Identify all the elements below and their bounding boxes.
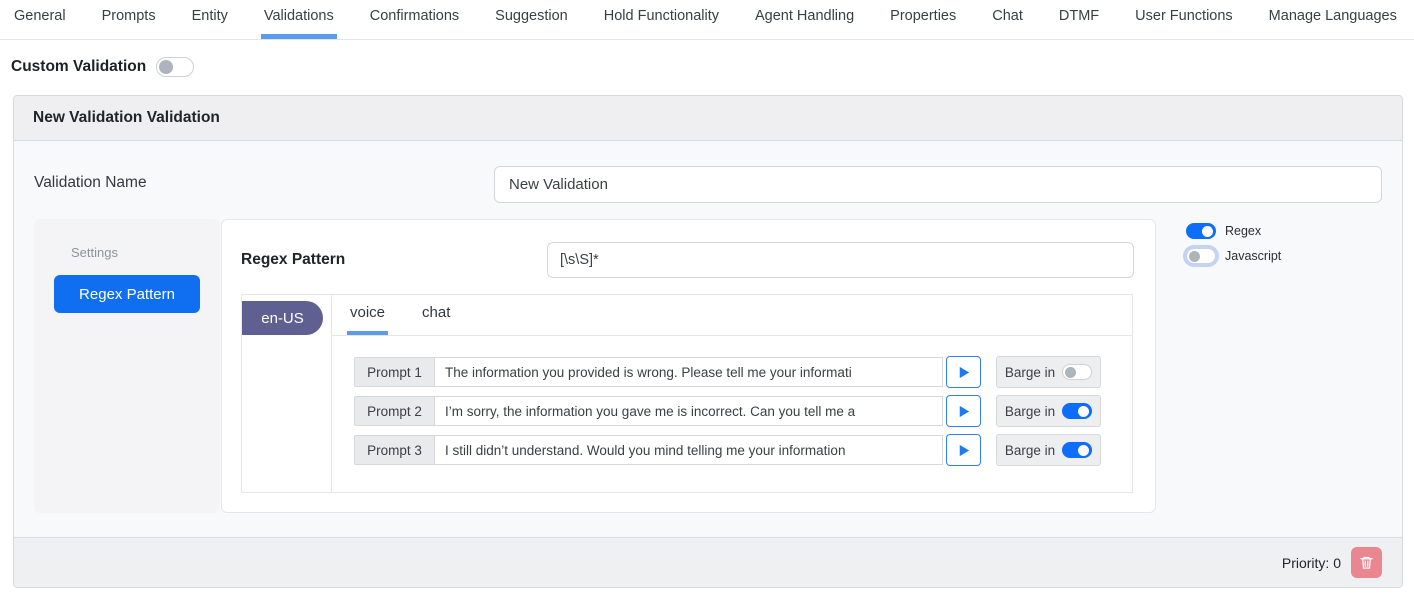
- play-icon: [956, 443, 971, 458]
- delete-validation-button[interactable]: [1351, 547, 1382, 578]
- prompt-text-input[interactable]: [434, 396, 943, 426]
- javascript-toggle[interactable]: [1186, 248, 1216, 264]
- toggle-knob: [1078, 445, 1089, 456]
- custom-validation-toggle[interactable]: [156, 57, 194, 77]
- tab-chat[interactable]: Chat: [989, 0, 1026, 39]
- tab-agent-handling[interactable]: Agent Handling: [752, 0, 857, 39]
- play-button[interactable]: [946, 395, 981, 427]
- barge-in-toggle[interactable]: [1062, 403, 1092, 419]
- panel-footer: Priority: 0: [14, 537, 1402, 587]
- channel-tab-bar: voice chat: [332, 295, 1132, 336]
- mode-toggles: Regex Javascript: [1186, 223, 1281, 264]
- play-button[interactable]: [946, 356, 981, 388]
- prompt-text-input[interactable]: [434, 435, 943, 465]
- regex-pattern-card: Regex Pattern en-US voice chat Prompt 1: [221, 219, 1156, 513]
- tab-hold-functionality[interactable]: Hold Functionality: [601, 0, 722, 39]
- prompt-list: Prompt 1 Barge in: [332, 336, 1132, 466]
- toggle-knob: [1189, 251, 1200, 262]
- tab-manage-languages[interactable]: Manage Languages: [1266, 0, 1400, 39]
- barge-in-label: Barge in: [1005, 443, 1055, 458]
- barge-in-toggle[interactable]: [1062, 364, 1092, 380]
- javascript-toggle-label: Javascript: [1225, 249, 1281, 263]
- tab-suggestion[interactable]: Suggestion: [492, 0, 571, 39]
- language-content: voice chat Prompt 1 Barge in: [332, 295, 1132, 492]
- toggle-knob: [1078, 406, 1089, 417]
- panel-body: Validation Name Settings Regex Pattern R…: [14, 141, 1402, 537]
- priority-value: Priority: 0: [1282, 555, 1341, 571]
- barge-in-label: Barge in: [1005, 404, 1055, 419]
- tab-bar: General Prompts Entity Validations Confi…: [0, 0, 1414, 40]
- toggle-knob: [159, 60, 173, 74]
- panel-title: New Validation Validation: [14, 96, 1402, 141]
- barge-in-box: Barge in: [996, 395, 1101, 427]
- prompt-row: Prompt 1 Barge in: [354, 356, 1132, 388]
- custom-validation-row: Custom Validation: [11, 54, 1414, 80]
- tab-prompts[interactable]: Prompts: [99, 0, 159, 39]
- prompt-label: Prompt 2: [354, 396, 434, 426]
- tab-properties[interactable]: Properties: [887, 0, 959, 39]
- validation-name-input[interactable]: [494, 166, 1382, 203]
- regex-pattern-label: Regex Pattern: [241, 251, 345, 269]
- barge-in-label: Barge in: [1005, 365, 1055, 380]
- toggle-knob: [1065, 367, 1076, 378]
- prompt-text-input[interactable]: [434, 357, 943, 387]
- tab-user-functions[interactable]: User Functions: [1132, 0, 1236, 39]
- trash-icon: [1359, 555, 1374, 570]
- validation-panel: New Validation Validation Validation Nam…: [13, 95, 1403, 588]
- validation-name-label: Validation Name: [34, 174, 147, 192]
- tab-confirmations[interactable]: Confirmations: [367, 0, 462, 39]
- tab-entity[interactable]: Entity: [189, 0, 231, 39]
- prompt-label: Prompt 3: [354, 435, 434, 465]
- javascript-mode-row: Javascript: [1186, 248, 1281, 264]
- sidebar-item-regex-pattern[interactable]: Regex Pattern: [54, 275, 200, 313]
- barge-in-box: Barge in: [996, 434, 1101, 466]
- settings-heading: Settings: [71, 245, 220, 260]
- tab-general[interactable]: General: [11, 0, 69, 39]
- regex-mode-row: Regex: [1186, 223, 1281, 239]
- tab-chat-channel[interactable]: chat: [419, 295, 453, 335]
- regex-toggle[interactable]: [1186, 223, 1216, 239]
- toggle-knob: [1202, 226, 1213, 237]
- play-icon: [956, 404, 971, 419]
- language-tab-en-us[interactable]: en-US: [242, 301, 323, 335]
- play-icon: [956, 365, 971, 380]
- play-button[interactable]: [946, 434, 981, 466]
- prompt-label: Prompt 1: [354, 357, 434, 387]
- prompt-row: Prompt 3 Barge in: [354, 434, 1132, 466]
- prompt-row: Prompt 2 Barge in: [354, 395, 1132, 427]
- barge-in-box: Barge in: [996, 356, 1101, 388]
- barge-in-toggle[interactable]: [1062, 442, 1092, 458]
- language-column: en-US: [242, 295, 332, 492]
- tab-validations[interactable]: Validations: [261, 0, 337, 39]
- tab-voice[interactable]: voice: [347, 295, 388, 335]
- tab-dtmf[interactable]: DTMF: [1056, 0, 1102, 39]
- custom-validation-label: Custom Validation: [11, 58, 146, 76]
- regex-pattern-input[interactable]: [547, 242, 1134, 278]
- settings-sidebar: Settings Regex Pattern: [34, 219, 220, 513]
- regex-toggle-label: Regex: [1225, 224, 1261, 238]
- language-prompts-box: en-US voice chat Prompt 1: [241, 294, 1133, 493]
